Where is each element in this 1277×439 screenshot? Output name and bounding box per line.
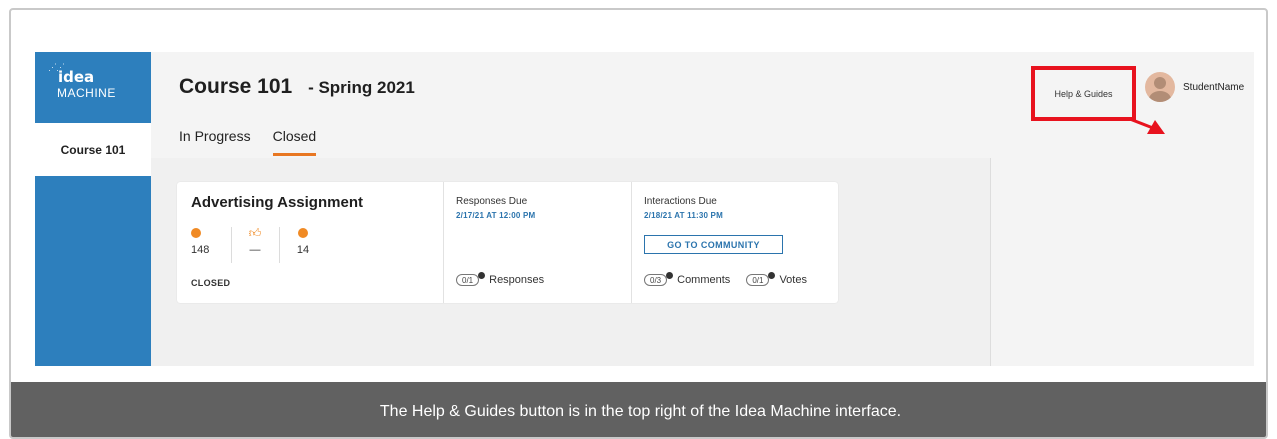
sidebar-background bbox=[35, 176, 151, 366]
interactions-progress: 0/3 Comments 0/1 Votes bbox=[644, 272, 807, 286]
interactions-column: Interactions Due 2/18/21 AT 11:30 PM GO … bbox=[632, 182, 838, 303]
avatar[interactable] bbox=[1145, 72, 1175, 102]
comment-icon bbox=[191, 228, 201, 238]
tab-closed[interactable]: Closed bbox=[272, 128, 317, 156]
stat-reactions: 14 bbox=[279, 225, 327, 263]
votes-label: Votes bbox=[779, 274, 807, 286]
votes-count-pill: 0/1 bbox=[746, 274, 770, 286]
help-guides-link[interactable]: Help & Guides bbox=[1054, 89, 1112, 99]
logo-word-idea: idea bbox=[58, 68, 95, 86]
assignment-stats: 148 👍︎ — 14 bbox=[191, 225, 327, 263]
term-subtitle: - Spring 2021 bbox=[308, 78, 415, 97]
app-window: ⋰⋰ idea MACHINE Course 101 Course 101 - … bbox=[35, 52, 1254, 366]
responses-due-date: 2/17/21 AT 12:00 PM bbox=[456, 211, 536, 220]
go-to-community-button[interactable]: GO TO COMMUNITY bbox=[644, 235, 783, 254]
assignment-card[interactable]: Advertising Assignment 148 👍︎ — 14 CLOSE… bbox=[177, 182, 838, 303]
assignment-title[interactable]: Advertising Assignment bbox=[191, 194, 363, 211]
sidebar: ⋰⋰ idea MACHINE Course 101 bbox=[35, 52, 151, 366]
responses-due-label: Responses Due bbox=[456, 196, 528, 207]
stat-value: 148 bbox=[191, 244, 210, 256]
status-badge: CLOSED bbox=[191, 278, 231, 288]
page-title: Course 101 - Spring 2021 bbox=[179, 75, 415, 99]
sidebar-item-course[interactable]: Course 101 bbox=[35, 123, 151, 176]
responses-label: Responses bbox=[489, 274, 545, 286]
username[interactable]: StudentName bbox=[1183, 82, 1244, 93]
comments-count-pill: 0/3 bbox=[644, 274, 668, 286]
stat-comments: 148 bbox=[191, 225, 231, 256]
responses-column: Responses Due 2/17/21 AT 12:00 PM 0/1 Re… bbox=[444, 182, 632, 303]
comments-label: Comments bbox=[677, 274, 731, 286]
logo-word-machine: MACHINE bbox=[57, 86, 116, 100]
screenshot-frame: ⋰⋰ idea MACHINE Course 101 Course 101 - … bbox=[9, 8, 1268, 439]
caption-bar: The Help & Guides button is in the top r… bbox=[11, 382, 1266, 437]
responses-progress: 0/1 Responses bbox=[456, 272, 545, 286]
interactions-due-date: 2/18/21 AT 11:30 PM bbox=[644, 211, 723, 220]
caption-text: The Help & Guides button is in the top r… bbox=[379, 402, 902, 420]
course-title: Course 101 bbox=[179, 75, 293, 98]
tab-in-progress[interactable]: In Progress bbox=[179, 128, 251, 156]
thumbs-up-icon: 👍︎ bbox=[248, 226, 262, 240]
responses-count-pill: 0/1 bbox=[456, 274, 480, 286]
user-menu[interactable]: StudentName bbox=[1145, 72, 1244, 102]
status-tabs: In Progress Closed bbox=[179, 128, 317, 156]
interactions-due-label: Interactions Due bbox=[644, 196, 717, 207]
assignment-list: Advertising Assignment 148 👍︎ — 14 CLOSE… bbox=[151, 158, 990, 366]
info-dot-icon bbox=[666, 272, 674, 279]
info-dot-icon bbox=[478, 272, 486, 279]
smiley-icon bbox=[298, 228, 308, 238]
stat-value: 14 bbox=[296, 244, 310, 256]
info-dot-icon bbox=[768, 272, 776, 279]
stat-value: — bbox=[249, 244, 261, 256]
assignment-summary: Advertising Assignment 148 👍︎ — 14 CLOSE… bbox=[177, 182, 444, 303]
idea-machine-logo[interactable]: ⋰⋰ idea MACHINE bbox=[35, 52, 151, 123]
help-highlight-box: Help & Guides bbox=[1031, 66, 1136, 121]
header: Course 101 - Spring 2021 In Progress Clo… bbox=[151, 52, 1254, 158]
right-panel bbox=[990, 158, 1254, 366]
stat-likes: 👍︎ — bbox=[231, 225, 279, 263]
